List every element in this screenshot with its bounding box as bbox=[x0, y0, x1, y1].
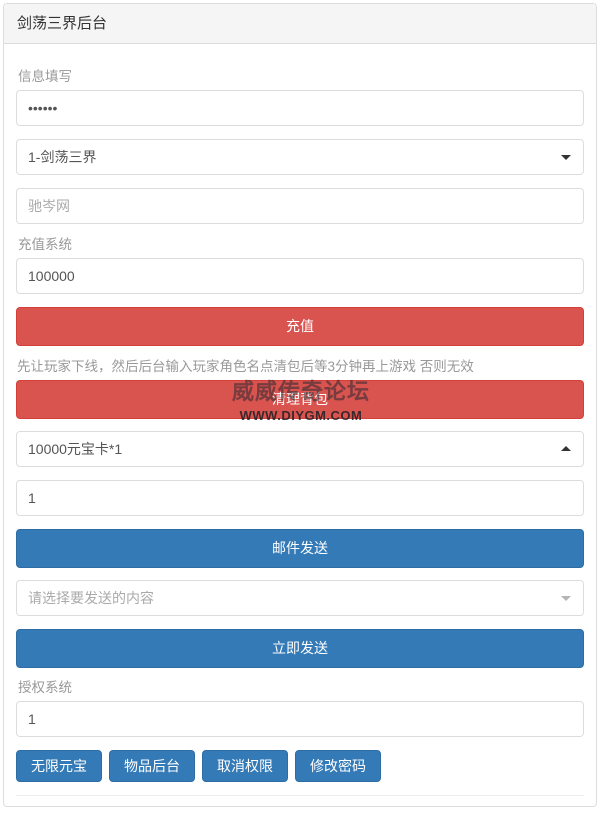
mail-content-select-value: 请选择要发送的内容 bbox=[28, 589, 154, 606]
item-select-value: 10000元宝卡*1 bbox=[28, 440, 123, 457]
recharge-button[interactable]: 充值 bbox=[16, 307, 584, 347]
auth-value-input[interactable] bbox=[16, 701, 584, 738]
recharge-section-label: 充值系统 bbox=[18, 237, 72, 253]
clear-bag-button[interactable]: 清理背包 bbox=[16, 379, 584, 419]
page-title: 剑荡三界后台 bbox=[17, 15, 108, 32]
item-count-input[interactable] bbox=[16, 479, 584, 516]
panel-body: 信息填写 1-剑荡三界 充值系统 充值 先让玩家下线，然后后台输入玩家角色名点清… bbox=[4, 44, 596, 806]
mail-send-button[interactable]: 邮件发送 bbox=[16, 528, 584, 568]
recharge-amount-input[interactable] bbox=[16, 258, 584, 295]
send-now-button[interactable]: 立即发送 bbox=[16, 628, 584, 668]
info-section-label: 信息填写 bbox=[18, 69, 72, 84]
password-input[interactable] bbox=[16, 90, 584, 127]
item-select[interactable]: 10000元宝卡*1 bbox=[16, 430, 584, 467]
footer-text: © 2021 Powered by 剑荡三界 bbox=[16, 795, 584, 806]
change-password-button[interactable]: 修改密码 bbox=[295, 750, 381, 783]
action-button-row: 无限元宝 物品后台 取消权限 修改密码 bbox=[16, 750, 584, 783]
main-panel: 剑荡三界后台 信息填写 1-剑荡三界 充值系统 充值 先让玩家下线，然后后台输入… bbox=[3, 3, 597, 807]
server-select-value: 1-剑荡三界 bbox=[28, 149, 97, 166]
item-backend-button[interactable]: 物品后台 bbox=[109, 750, 195, 783]
cancel-permission-button[interactable]: 取消权限 bbox=[202, 750, 288, 783]
clear-bag-hint: 先让玩家下线，然后后台输入玩家角色名点清包后等3分钟再上游戏 否则无效 bbox=[17, 359, 474, 375]
auth-section-label: 授权系统 bbox=[18, 679, 72, 695]
panel-header: 剑荡三界后台 bbox=[4, 4, 596, 44]
role-name-input[interactable] bbox=[16, 188, 584, 225]
mail-content-select[interactable]: 请选择要发送的内容 bbox=[16, 579, 584, 616]
server-select[interactable]: 1-剑荡三界 bbox=[16, 139, 584, 176]
unlimited-yuanbao-button[interactable]: 无限元宝 bbox=[16, 750, 102, 783]
